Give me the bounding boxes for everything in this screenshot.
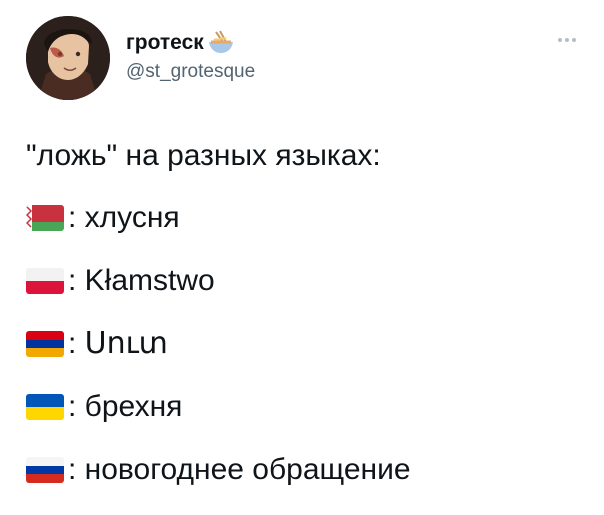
display-name[interactable]: гротеск <box>126 31 204 55</box>
item-text: : Սուտ <box>68 327 168 360</box>
avatar[interactable] <box>26 16 110 100</box>
more-options-icon[interactable] <box>552 30 582 50</box>
armenia-flag-icon <box>26 331 64 357</box>
user-handle[interactable]: @st_grotesque <box>126 60 255 84</box>
list-item: : Սուտ <box>26 326 586 362</box>
list-item: : брехня <box>26 389 586 425</box>
list-item: : новогоднее обращение <box>26 452 586 488</box>
tweet-intro: "ложь" на разных языках: <box>26 139 381 172</box>
list-item: : Kłamstwo <box>26 263 586 299</box>
item-text: : брехня <box>68 390 183 423</box>
item-text: : Kłamstwo <box>68 264 215 297</box>
poland-flag-icon <box>26 268 64 294</box>
tweet-body: "ложь" на разных языках: : хлусня : Kłam… <box>26 138 586 515</box>
belarus-flag-icon <box>26 205 64 231</box>
item-text: : новогоднее обращение <box>68 453 411 486</box>
list-item: : хлусня <box>26 200 586 236</box>
avatar-image <box>26 16 110 100</box>
item-text: : хлусня <box>68 201 180 234</box>
russia-flag-icon <box>26 457 64 483</box>
ukraine-flag-icon <box>26 394 64 420</box>
ramen-bowl-icon <box>206 30 236 56</box>
tweet-header: гротеск @st_grotesque <box>26 16 582 100</box>
